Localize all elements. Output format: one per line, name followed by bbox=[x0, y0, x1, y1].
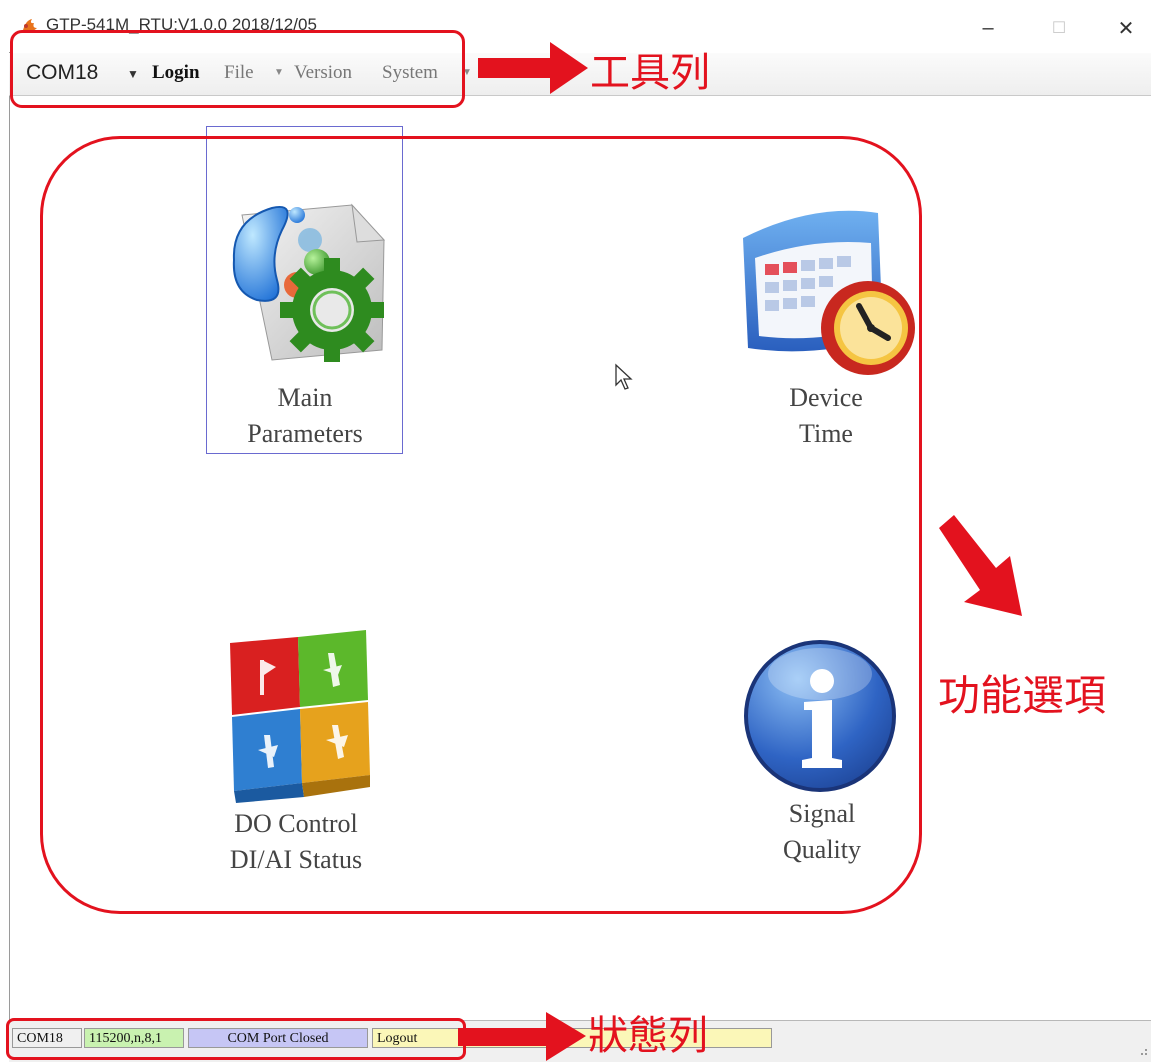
statusbar-annotation-label: 狀態列 bbox=[588, 1013, 708, 1059]
functions-arrow-icon bbox=[939, 515, 1022, 616]
close-button[interactable]: ✕ bbox=[1103, 10, 1149, 46]
toolbar-annotation-box bbox=[10, 30, 465, 108]
functions-annotation-label: 功能選項 bbox=[938, 671, 1107, 720]
resize-grip-icon[interactable] bbox=[1136, 1044, 1148, 1056]
minimize-button[interactable]: – bbox=[965, 10, 1011, 46]
statusbar-arrow-icon bbox=[458, 1012, 586, 1061]
toolbar-arrow-icon bbox=[478, 42, 588, 94]
statusbar-annotation-box bbox=[6, 1018, 466, 1060]
toolbar-annotation-label: 工具列 bbox=[590, 50, 710, 96]
functions-annotation-box bbox=[40, 136, 922, 914]
maximize-button[interactable]: ☐ bbox=[1036, 10, 1082, 46]
